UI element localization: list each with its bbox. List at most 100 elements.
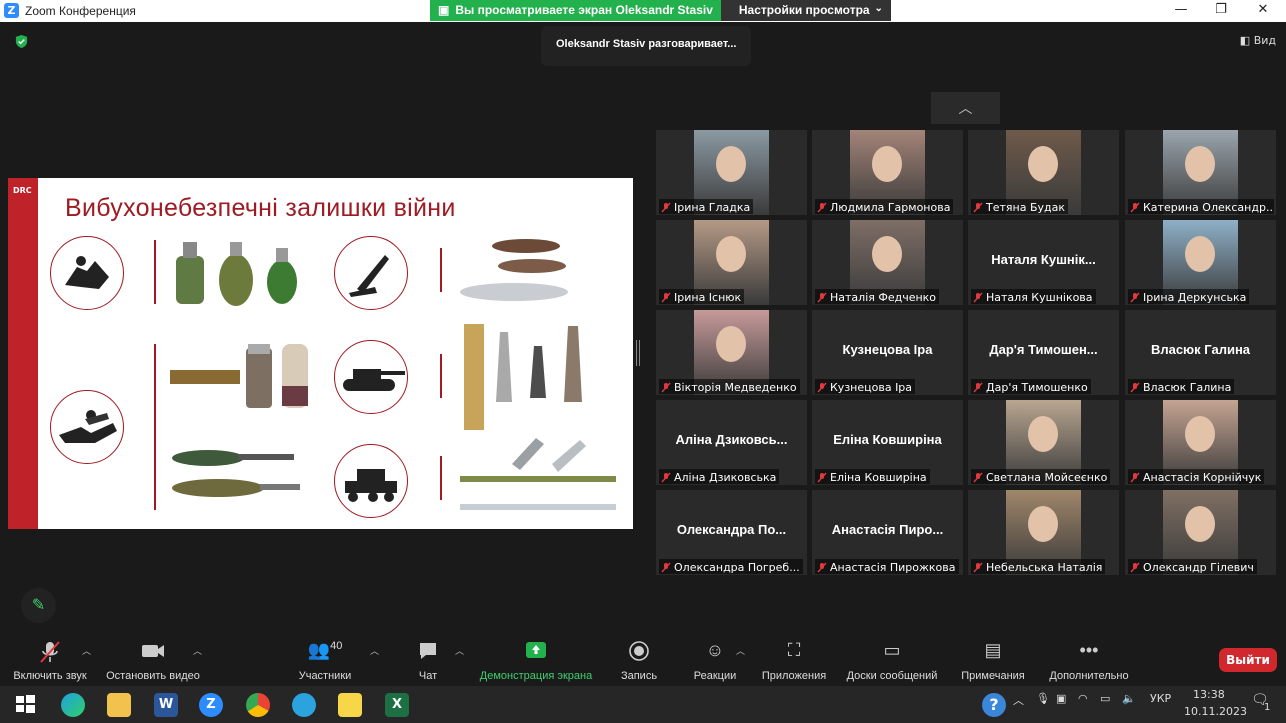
participant-tile[interactable]: Светлана Мойсеєнко: [968, 400, 1119, 485]
notes-label: Примечания: [961, 670, 1025, 682]
microphone-tray-icon[interactable]: 🎙: [1036, 692, 1050, 705]
active-speaker-indicator: Oleksandr Stasiv разговаривает...: [541, 26, 751, 66]
shared-screen-slide: DRC Вибухонебезпечні залишки війни: [8, 178, 633, 529]
participant-name: Ірина Гладка: [674, 200, 751, 214]
screen-share-banner: ▣ Вы просматриваете экран Oleksandr Stas…: [430, 0, 891, 21]
chat-label: Чат: [418, 670, 438, 682]
participant-name: Наталія Федченко: [830, 290, 937, 304]
muted-mic-icon: [817, 472, 827, 483]
video-options-caret[interactable]: ︿: [193, 644, 202, 657]
muted-mic-icon: [661, 382, 671, 393]
muted-mic-icon: [661, 292, 671, 303]
volume-icon[interactable]: 🔈: [1122, 692, 1136, 705]
rocket-launcher-truck-icon: [334, 444, 408, 518]
leave-meeting-button[interactable]: Выйти: [1219, 648, 1277, 672]
chat-button[interactable]: Чат: [410, 640, 446, 682]
participant-face: [1028, 146, 1058, 182]
participant-name: Аліна Дзиковська: [674, 470, 777, 484]
input-language[interactable]: УКР: [1150, 692, 1171, 705]
participant-tile[interactable]: Ірина Деркунська: [1125, 220, 1276, 305]
participant-face: [1028, 506, 1058, 542]
muted-mic-icon: [1130, 382, 1140, 393]
clock-date[interactable]: 10.11.2023: [1184, 705, 1247, 718]
unmute-label: Включить звук: [13, 670, 87, 682]
participant-tile[interactable]: Анастасія Корнійчук: [1125, 400, 1276, 485]
reactions-options-caret[interactable]: ︿: [736, 644, 745, 657]
view-settings-dropdown[interactable]: Настройки просмотра ⌄: [720, 0, 891, 21]
share-screen-button[interactable]: Демонстрация экрана: [475, 640, 597, 682]
muted-mic-icon: [661, 562, 671, 573]
stop-video-button[interactable]: Остановить видео: [103, 640, 203, 682]
audio-options-caret[interactable]: ︿: [82, 644, 91, 657]
chrome-icon[interactable]: [246, 693, 270, 717]
excel-icon[interactable]: X: [385, 693, 409, 717]
word-icon[interactable]: W: [154, 693, 178, 717]
participants-button[interactable]: 👥40 Участники: [293, 640, 357, 682]
screen-share-icon: ▣: [438, 3, 450, 17]
participant-tile[interactable]: Тетяна Будак: [968, 130, 1119, 215]
participant-name-label: Вікторія Медведенко: [659, 379, 800, 394]
chevron-up-tray-icon[interactable]: ︿: [1013, 692, 1024, 708]
participant-tile[interactable]: Небельська Наталія: [968, 490, 1119, 575]
participant-name: Кузнецова Іра: [830, 380, 913, 394]
encryption-shield-icon[interactable]: [14, 34, 29, 49]
help-question-icon[interactable]: ?: [982, 693, 1006, 717]
participant-tile[interactable]: Катерина Олександр...: [1125, 130, 1276, 215]
maximize-button[interactable]: ❐: [1206, 2, 1236, 20]
whiteboards-button[interactable]: ▭ Доски сообщений: [842, 640, 942, 682]
participant-tile[interactable]: Власюк Галина Власюк Галина: [1125, 310, 1276, 395]
participant-tile[interactable]: Кузнецова Іра Кузнецова Іра: [812, 310, 963, 395]
participant-name: Олександра Погреб...: [674, 560, 800, 574]
participant-tile[interactable]: Наталія Федченко: [812, 220, 963, 305]
telegram-icon[interactable]: [292, 693, 316, 717]
panel-resize-handle[interactable]: [636, 340, 640, 366]
participants-icon: 👥40: [307, 640, 343, 660]
participant-tile[interactable]: Вікторія Медведенко: [656, 310, 807, 395]
wifi-icon[interactable]: ◠: [1078, 692, 1088, 705]
notes-button[interactable]: ▤ Примечания: [958, 640, 1028, 682]
reactions-button[interactable]: ☺ Реакции: [690, 640, 740, 682]
participants-count: 40: [330, 640, 343, 652]
participant-tile[interactable]: Людмила Гармонова: [812, 130, 963, 215]
minimize-button[interactable]: —: [1166, 2, 1196, 20]
record-button[interactable]: Запись: [616, 640, 662, 682]
participant-tile[interactable]: Наталя Кушнік... Наталя Кушнікова: [968, 220, 1119, 305]
view-button[interactable]: ◧ Вид: [1240, 34, 1276, 47]
apps-icon: ⛶: [787, 640, 801, 660]
battery-icon[interactable]: ▭: [1100, 692, 1110, 705]
participant-name-label: Небельська Наталія: [971, 559, 1106, 574]
participant-tile[interactable]: Еліна Ковширіна Еліна Ковширіна: [812, 400, 963, 485]
participant-tile[interactable]: Ірина Існюк: [656, 220, 807, 305]
participant-display-name: Еліна Ковширіна: [833, 432, 942, 447]
participant-tile[interactable]: Анастасія Пиро... Анастасія Пирожкова: [812, 490, 963, 575]
sticky-notes-icon[interactable]: [338, 693, 362, 717]
close-button[interactable]: ✕: [1248, 2, 1278, 20]
more-button[interactable]: ••• Дополнительно: [1046, 640, 1132, 682]
participants-options-caret[interactable]: ︿: [370, 644, 379, 657]
participant-tile[interactable]: Дар'я Тимошен... Дар'я Тимошенко: [968, 310, 1119, 395]
reactions-label: Реакции: [693, 670, 737, 682]
record-icon: [616, 640, 662, 666]
edge-browser-icon[interactable]: [61, 693, 85, 717]
participant-tile[interactable]: Аліна Дзиковсь... Аліна Дзиковська: [656, 400, 807, 485]
participant-name-label: Еліна Ковширіна: [815, 469, 930, 484]
file-explorer-icon[interactable]: [107, 693, 131, 717]
soldiers-icon: [50, 390, 124, 464]
chat-options-caret[interactable]: ︿: [455, 644, 464, 657]
unmute-button[interactable]: Включить звук: [10, 640, 90, 682]
participant-name-label: Наталія Федченко: [815, 289, 940, 304]
participant-tile[interactable]: Олександра По... Олександра Погреб...: [656, 490, 807, 575]
apps-button[interactable]: ⛶ Приложения: [758, 640, 830, 682]
collapse-gallery-button[interactable]: ︿: [931, 92, 1000, 124]
participants-label: Участники: [298, 670, 352, 682]
participant-face: [1028, 416, 1058, 452]
chevron-down-icon: ⌄: [874, 3, 883, 14]
participant-tile[interactable]: Олександр Гілевич: [1125, 490, 1276, 575]
annotate-pencil-button[interactable]: ✎: [21, 588, 56, 623]
zoom-taskbar-icon[interactable]: Z: [199, 693, 223, 717]
screen-tray-icon[interactable]: ▣: [1056, 692, 1066, 705]
windows-start-icon[interactable]: [14, 693, 38, 717]
clock-time[interactable]: 13:38: [1193, 688, 1225, 701]
muted-mic-icon: [1130, 472, 1140, 483]
participant-tile[interactable]: Ірина Гладка: [656, 130, 807, 215]
